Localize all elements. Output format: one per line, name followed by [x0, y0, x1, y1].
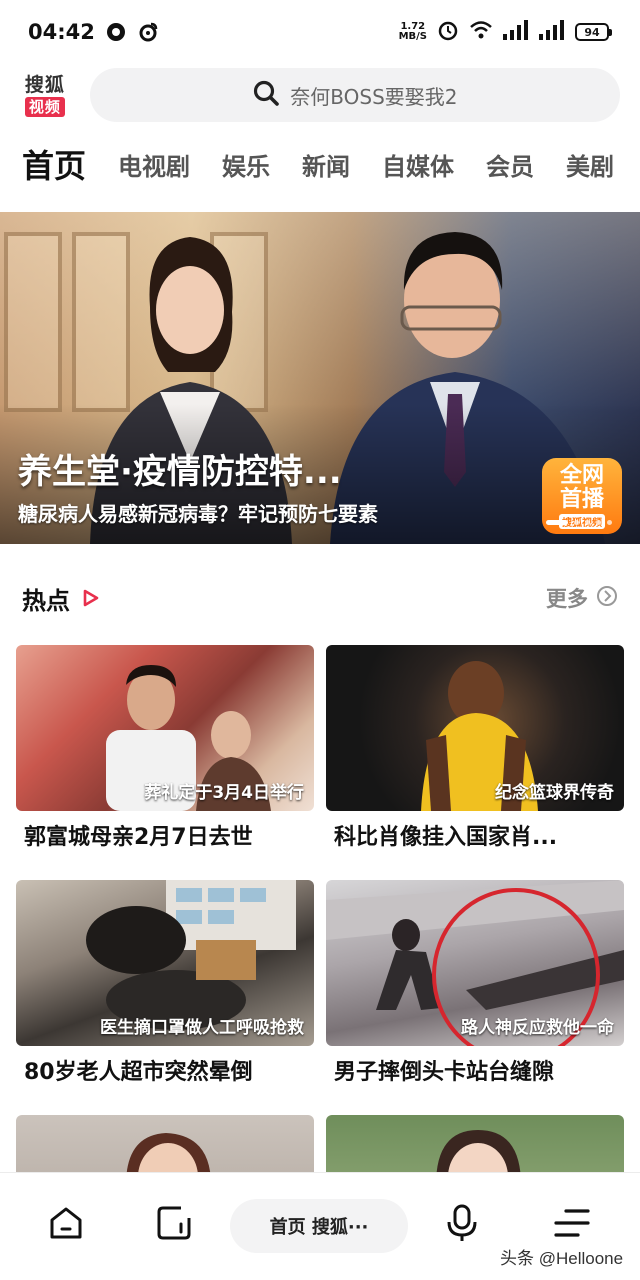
battery-icon: 94 [575, 23, 612, 41]
play-triangle-icon[interactable] [82, 589, 100, 607]
watermark-text: 头条 @Helloone [500, 1249, 624, 1268]
hot-section-header: 热点 更多 [0, 572, 640, 624]
tab-home[interactable]: 首页 [22, 141, 86, 187]
home-icon [47, 1204, 85, 1246]
status-time: 04:42 [28, 20, 95, 44]
chevron-right-circle-icon [596, 585, 618, 611]
tab-tv-series[interactable]: 电视剧 [118, 147, 190, 182]
notification-dot-icon [105, 21, 127, 43]
carousel-dot-active [546, 520, 568, 525]
more-label: 更多 [546, 587, 588, 611]
channel-icon [155, 1204, 193, 1246]
video-title[interactable]: 男子摔倒头卡站台缝隙 [326, 1054, 624, 1086]
tab-us-drama[interactable]: 美剧 [566, 147, 614, 182]
video-thumbnail[interactable]: 路人神反应救他一命 [326, 880, 624, 1046]
mic-icon [443, 1203, 481, 1247]
home-sohu-pill[interactable]: 首页 搜狐··· [230, 1199, 408, 1253]
tab-entertainment[interactable]: 娱乐 [222, 147, 270, 182]
search-icon [252, 79, 280, 111]
menu-icon [552, 1206, 592, 1244]
thumbnail-caption: 医生摘口罩做人工呼吸抢救 [100, 1018, 304, 1038]
video-thumbnail[interactable]: 医生摘口罩做人工呼吸抢救 [16, 880, 314, 1046]
channel-nav-button[interactable] [152, 1203, 196, 1247]
video-title[interactable]: 80岁老人超市突然晕倒 [16, 1054, 314, 1086]
network-speed: 1.72 MB/S [398, 21, 427, 42]
menu-button[interactable] [550, 1203, 594, 1247]
home-nav-button[interactable] [44, 1203, 88, 1247]
video-thumbnail[interactable]: 葬礼定于3月4日举行 [16, 645, 314, 811]
video-title[interactable]: 郭富城母亲2月7日去世 [16, 819, 314, 851]
category-tabs: 首页 电视剧 娱乐 新闻 自媒体 会员 美剧 [0, 134, 640, 194]
thumbnail-caption: 纪念篮球界传奇 [495, 783, 614, 803]
signal-icon [503, 20, 529, 44]
signal-icon-2 [539, 20, 565, 44]
tab-vip[interactable]: 会员 [486, 147, 534, 182]
app-header: 搜狐 视频 奈何BOSS要娶我2 [0, 64, 640, 126]
carousel-dot [596, 520, 601, 525]
banner-title[interactable]: 养生堂·疫情防控特... [18, 444, 342, 493]
carousel-dot [574, 520, 579, 525]
tab-we-media[interactable]: 自媒体 [382, 147, 454, 182]
thumbnail-caption: 葬礼定于3月4日举行 [144, 783, 304, 803]
carousel-dot [607, 520, 612, 525]
search-placeholder: 奈何BOSS要娶我2 [290, 84, 458, 109]
search-bar[interactable]: 奈何BOSS要娶我2 [89, 68, 620, 122]
video-thumbnail[interactable]: 纪念篮球界传奇 [326, 645, 624, 811]
video-card[interactable]: 纪念篮球界传奇 科比肖像挂入国家肖... [326, 645, 624, 851]
video-title[interactable]: 科比肖像挂入国家肖... [326, 819, 624, 851]
video-card[interactable]: 葬礼定于3月4日举行 郭富城母亲2月7日去世 [16, 645, 314, 851]
banner-subtitle: 糖尿病人易感新冠病毒？牢记预防七要素 [18, 502, 378, 526]
carousel-indicator [546, 520, 612, 525]
status-bar: 04:42 1.72 MB/S 94 [0, 0, 640, 64]
hero-banner[interactable]: 全网 首播 搜狐视频 [0, 212, 640, 544]
sohu-video-logo[interactable]: 搜狐 视频 [20, 74, 70, 117]
video-card[interactable]: 医生摘口罩做人工呼吸抢救 80岁老人超市突然晕倒 [16, 880, 314, 1086]
voice-search-button[interactable] [440, 1203, 484, 1247]
section-title: 热点 [22, 586, 70, 615]
wifi-icon [469, 20, 493, 44]
more-button[interactable]: 更多 [546, 583, 618, 613]
video-card[interactable]: 路人神反应救他一命 男子摔倒头卡站台缝隙 [326, 880, 624, 1086]
tab-news[interactable]: 新闻 [302, 147, 350, 182]
weibo-icon [137, 21, 159, 43]
alarm-icon [437, 19, 459, 45]
carousel-dot [585, 520, 590, 525]
thumbnail-caption: 路人神反应救他一命 [461, 1018, 614, 1038]
